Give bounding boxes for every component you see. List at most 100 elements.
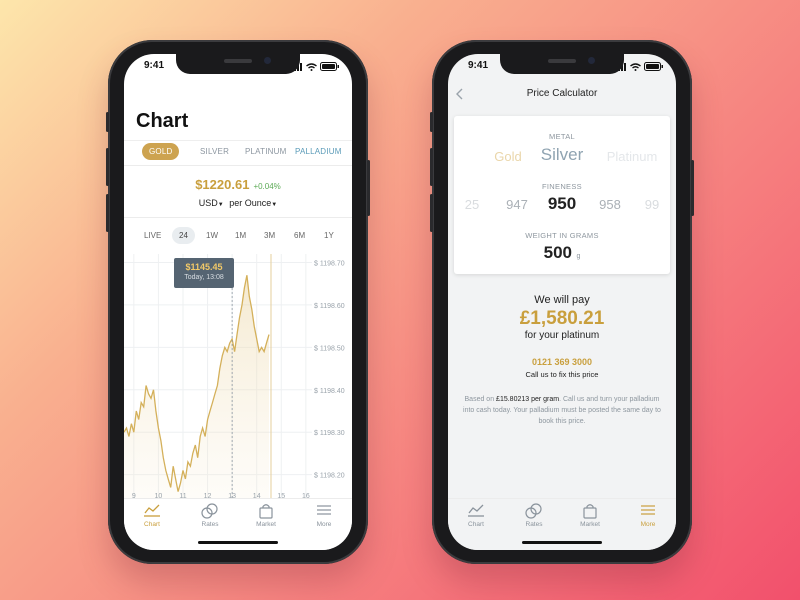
- y-tick-label: $ 1198.70: [314, 260, 345, 267]
- home-indicator: [198, 541, 278, 544]
- y-tick-label: $ 1198.50: [314, 345, 345, 352]
- fineness-option-selected[interactable]: 950: [548, 194, 576, 214]
- we-will-pay: We will pay: [534, 294, 590, 306]
- tab-platinum[interactable]: PLATINUM: [245, 147, 286, 156]
- rates-icon: [525, 503, 542, 519]
- fineness-picker[interactable]: 25 947 950 958 99: [454, 194, 670, 216]
- range-6m[interactable]: 6M: [294, 231, 305, 240]
- power-button: [367, 160, 370, 216]
- tabbar-label: More: [640, 521, 656, 528]
- currency-dropdown[interactable]: USD▼: [199, 198, 224, 208]
- unit-selectors: USD▼ per Ounce▼: [124, 198, 352, 208]
- status-time: 9:41: [468, 60, 489, 71]
- rates-icon: [201, 503, 218, 519]
- notch: [176, 54, 300, 74]
- y-tick-label: $ 1198.40: [314, 388, 345, 395]
- range-1m[interactable]: 1M: [235, 231, 246, 240]
- phone-chart: 9:41 Chart GOLD SILVER PLATINUM PALLADIU…: [106, 40, 370, 564]
- calculator-screen: 9:41 Price Calculator METAL Gold Silver …: [448, 54, 676, 550]
- tabbar-label: More: [316, 521, 332, 528]
- price-chart[interactable]: $ 1198.70 $ 1198.60 $ 1198.50 $ 1198.40 $ 11…: [124, 254, 352, 510]
- volume-down-button: [430, 194, 433, 232]
- caret-down-icon: ▼: [217, 202, 224, 208]
- disclaimer-prefix: Based on: [464, 396, 497, 403]
- weight-input[interactable]: 500 g: [454, 243, 670, 263]
- chart-tooltip: $1145.45 Today, 13:08: [174, 258, 234, 288]
- tabbar-market[interactable]: Market: [570, 503, 610, 528]
- fineness-option[interactable]: 958: [599, 197, 621, 212]
- tabbar-market[interactable]: Market: [246, 503, 286, 528]
- status-time: 9:41: [144, 60, 165, 71]
- fineness-label: FINENESS: [542, 182, 582, 191]
- tabbar-label: Market: [580, 521, 600, 528]
- weight-value: 500: [543, 243, 572, 262]
- tabbar-label: Rates: [525, 521, 543, 528]
- currency-label: USD: [198, 198, 218, 208]
- shopping-bag-icon: [583, 504, 597, 519]
- y-tick-label: $ 1198.20: [314, 473, 345, 480]
- mute-switch: [106, 112, 109, 132]
- tabbar-chart[interactable]: Chart: [132, 503, 172, 528]
- disclaimer-rate: £15.80213 per gram: [496, 396, 560, 403]
- range-1w[interactable]: 1W: [206, 231, 218, 240]
- menu-icon: [641, 505, 655, 515]
- fineness-option[interactable]: 25: [465, 197, 479, 212]
- fineness-option[interactable]: 947: [506, 197, 528, 212]
- notch: [500, 54, 624, 74]
- metal-option[interactable]: Platinum: [607, 149, 658, 164]
- price-display: $1220.61 +0.04%: [124, 176, 352, 194]
- for-metal-text: for your platinum: [524, 330, 600, 341]
- phone-calculator: 9:41 Price Calculator METAL Gold Silver …: [430, 40, 694, 564]
- disclaimer: Based on £15.80213 per gram. Call us and…: [462, 394, 662, 427]
- payout-amount: £1,580.21: [519, 308, 605, 329]
- tabbar-more[interactable]: More: [304, 503, 344, 528]
- menu-icon: [317, 505, 331, 515]
- caret-down-icon: ▼: [271, 202, 278, 208]
- y-tick-label: $ 1198.60: [314, 303, 345, 310]
- weight-unit: g: [576, 253, 581, 260]
- volume-down-button: [106, 194, 109, 232]
- metal-option-selected[interactable]: Silver: [541, 145, 584, 165]
- metal-label: METAL: [549, 132, 575, 141]
- tooltip-value: $1145.45: [185, 262, 223, 272]
- nav-title: Price Calculator: [526, 88, 598, 99]
- metal-option[interactable]: Gold: [494, 149, 521, 164]
- divider: [124, 217, 352, 218]
- y-tick-label: $ 1198.30: [314, 430, 345, 437]
- battery-icon: [320, 62, 339, 71]
- price-change: +0.04%: [253, 182, 281, 191]
- tabbar-rates[interactable]: Rates: [190, 503, 230, 528]
- wifi-icon: [630, 62, 641, 71]
- tab-silver[interactable]: SILVER: [200, 147, 229, 156]
- volume-up-button: [430, 148, 433, 186]
- current-price: $1220.61: [195, 177, 250, 192]
- chart-icon: [144, 504, 160, 517]
- tabbar-label: Rates: [201, 521, 219, 528]
- range-1y[interactable]: 1Y: [324, 231, 334, 240]
- unit-dropdown[interactable]: per Ounce▼: [229, 198, 277, 208]
- battery-icon: [644, 62, 663, 71]
- range-24[interactable]: 24: [172, 227, 195, 244]
- volume-up-button: [106, 148, 109, 186]
- shopping-bag-icon: [259, 504, 273, 519]
- range-3m[interactable]: 3M: [264, 231, 275, 240]
- tabbar-label: Chart: [468, 521, 484, 528]
- tabbar-more[interactable]: More: [628, 503, 668, 528]
- wifi-icon: [306, 62, 317, 71]
- metal-picker[interactable]: Gold Silver Platinum: [454, 145, 670, 167]
- phone-number-link[interactable]: 0121 369 3000: [448, 357, 676, 367]
- fineness-option[interactable]: 99: [645, 197, 659, 212]
- chart-screen: 9:41 Chart GOLD SILVER PLATINUM PALLADIU…: [124, 54, 352, 550]
- tooltip-time: Today, 13:08: [184, 274, 224, 281]
- metal-tabs: GOLD SILVER PLATINUM PALLADIUM: [124, 140, 352, 164]
- tabbar-chart[interactable]: Chart: [456, 503, 496, 528]
- tab-gold[interactable]: GOLD: [142, 143, 180, 160]
- power-button: [691, 160, 694, 216]
- weight-label: WEIGHT IN GRAMS: [525, 231, 599, 240]
- page-title: Chart: [136, 110, 189, 132]
- tabbar-rates[interactable]: Rates: [514, 503, 554, 528]
- range-tabs: LIVE 24 1W 1M 3M 6M 1Y: [124, 227, 352, 245]
- tab-palladium[interactable]: PALLADIUM: [295, 147, 342, 156]
- range-live[interactable]: LIVE: [144, 231, 161, 240]
- chart-icon: [468, 504, 484, 517]
